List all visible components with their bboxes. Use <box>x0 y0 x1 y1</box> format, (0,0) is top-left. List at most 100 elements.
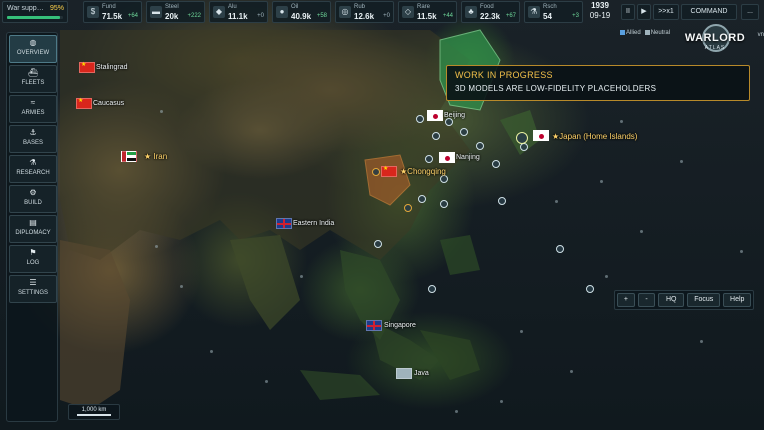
focus-button[interactable]: Focus <box>687 293 721 307</box>
sea-zone-marker[interactable] <box>600 180 603 183</box>
war-support-bar <box>7 16 63 19</box>
play-button[interactable]: ▶ <box>637 4 651 20</box>
nav-settings[interactable]: ☰ SETTINGS <box>9 275 57 303</box>
nav-log[interactable]: ⚑ LOG <box>9 245 57 273</box>
sea-zone-marker[interactable] <box>570 370 573 373</box>
zoom-out-button[interactable]: - <box>637 293 656 307</box>
resource-name: Food <box>480 4 494 10</box>
unit-marker[interactable] <box>372 168 380 176</box>
wip-banner: WORK IN PROGRESS 3D MODELS ARE LOW-FIDEL… <box>446 65 750 101</box>
war-support-fill <box>7 16 61 19</box>
speed-button[interactable]: >>x1 <box>653 4 679 20</box>
pause-button[interactable]: II <box>621 4 635 20</box>
nav-build[interactable]: ⚙ BUILD <box>9 185 57 213</box>
war-support-value: 95% <box>49 5 64 12</box>
sea-zone-marker[interactable] <box>740 250 743 253</box>
label-java[interactable]: Java <box>414 370 429 377</box>
unit-marker[interactable] <box>425 155 433 163</box>
nav-bases[interactable]: ⚓ BASES <box>9 125 57 153</box>
sea-zone-marker[interactable] <box>300 275 303 278</box>
resource-alu[interactable]: ◆ Alu 11.1k +0 <box>209 1 268 23</box>
nav-research[interactable]: ⚗ RESEARCH <box>9 155 57 183</box>
label-eastern-india[interactable]: Eastern India <box>293 220 334 227</box>
unit-marker[interactable] <box>418 195 426 203</box>
flask-icon: ⚗ <box>528 6 540 18</box>
sea-zone-marker[interactable] <box>520 330 523 333</box>
unit-marker[interactable] <box>416 115 424 123</box>
resource-fund[interactable]: $ Fund 71.5k +64 <box>83 1 142 23</box>
sea-zone-marker[interactable] <box>605 275 608 278</box>
hq-button[interactable]: HQ <box>658 293 685 307</box>
unit-marker[interactable] <box>374 240 382 248</box>
resource-rub[interactable]: ◎ Rub 12.6k +0 <box>335 1 394 23</box>
sea-zone-marker[interactable] <box>620 120 623 123</box>
resource-food[interactable]: ♣ Food 22.3k +67 <box>461 1 520 23</box>
unit-marker[interactable] <box>460 128 468 136</box>
resource-rsch[interactable]: ⚗ Rsch 54 +3 <box>524 1 583 23</box>
sea-zone-marker[interactable] <box>160 110 163 113</box>
unit-marker-selected[interactable] <box>516 132 528 144</box>
china-flag-icon <box>76 97 92 109</box>
scale-label: 1,000 km <box>81 407 107 413</box>
resource-value: 12.6k <box>354 12 375 21</box>
war-support-meter[interactable]: War supp… 95% <box>2 1 68 23</box>
nav-diplomacy[interactable]: ▤ DIPLOMACY <box>9 215 57 243</box>
label-japan[interactable]: ★Japan (Home Islands) <box>552 132 637 141</box>
nav-overview[interactable]: ◍ OVERVIEW <box>9 35 57 63</box>
dutch-flag-icon <box>396 368 412 379</box>
label-nanjing[interactable]: Nanjing <box>456 154 480 161</box>
resource-value: 71.5k <box>102 12 123 21</box>
unit-marker[interactable] <box>440 175 448 183</box>
unit-marker[interactable] <box>520 143 528 151</box>
sea-zone-marker[interactable] <box>500 400 503 403</box>
iran-flag-icon <box>121 151 137 162</box>
label-stalingrad[interactable]: Stalingrad <box>96 64 128 71</box>
gem-icon: ◇ <box>402 6 414 18</box>
more-button[interactable]: ... <box>741 4 759 20</box>
label-chongqing[interactable]: ★Chongqing <box>400 167 446 176</box>
unit-marker[interactable] <box>428 285 436 293</box>
unit-marker[interactable] <box>492 160 500 168</box>
nav-label: BUILD <box>24 200 42 206</box>
sea-zone-marker[interactable] <box>555 200 558 203</box>
nav-fleets[interactable]: ⛴ FLEETS <box>9 65 57 93</box>
logo-title: WARLORD <box>684 32 746 44</box>
resource-steel[interactable]: ▬ Steel 20k +222 <box>146 1 205 23</box>
sea-zone-marker[interactable] <box>180 285 183 288</box>
sea-zone-marker[interactable] <box>265 380 268 383</box>
nav-label: FLEETS <box>21 80 45 86</box>
resource-rare[interactable]: ◇ Rare 11.5k +44 <box>398 1 457 23</box>
china-flag-icon <box>381 165 397 177</box>
unit-marker[interactable] <box>440 200 448 208</box>
unit-marker[interactable] <box>498 197 506 205</box>
logo-subtitle: ATLAS <box>704 45 726 51</box>
label-beijing[interactable]: Beijing <box>444 112 465 119</box>
label-iran[interactable]: ★ Iran <box>144 152 167 161</box>
sea-zone-marker[interactable] <box>700 340 703 343</box>
unit-marker[interactable] <box>556 245 564 253</box>
logo-suffix: vn <box>757 32 764 38</box>
zoom-in-button[interactable]: + <box>617 293 635 307</box>
sea-zone-marker[interactable] <box>455 410 458 413</box>
label-singapore[interactable]: Singapore <box>384 322 416 329</box>
resource-name: Alu <box>228 4 237 10</box>
label-caucasus[interactable]: Caucasus <box>93 100 124 107</box>
unit-marker[interactable] <box>432 132 440 140</box>
sea-zone-marker[interactable] <box>210 350 213 353</box>
unit-marker[interactable] <box>404 204 412 212</box>
unit-marker[interactable] <box>586 285 594 293</box>
unit-marker[interactable] <box>445 118 453 126</box>
resource-oil[interactable]: ● Oil 40.9k +58 <box>272 1 331 23</box>
unit-marker[interactable] <box>476 142 484 150</box>
command-button[interactable]: COMMAND <box>681 4 737 20</box>
sea-zone-marker[interactable] <box>680 160 683 163</box>
neutral-swatch-icon <box>644 30 650 35</box>
help-button[interactable]: Help <box>723 293 751 307</box>
sea-zone-marker[interactable] <box>640 230 643 233</box>
game-logo: WARLORD ATLAS vn <box>684 22 764 58</box>
nav-armies[interactable]: ≈ ARMIES <box>9 95 57 123</box>
china-flag-icon <box>79 61 95 73</box>
resource-value: 11.1k <box>228 12 248 21</box>
sea-zone-marker[interactable] <box>155 245 158 248</box>
japan-flag-icon <box>533 130 549 141</box>
